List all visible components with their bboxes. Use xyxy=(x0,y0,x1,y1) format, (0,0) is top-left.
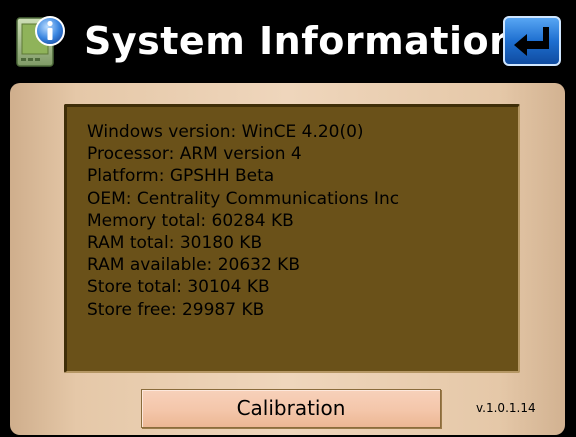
info-device-icon xyxy=(14,12,68,70)
system-info-box: Windows version: WinCE 4.20(0) Processor… xyxy=(64,104,520,373)
info-store-free: Store free: 29987 KB xyxy=(87,299,265,320)
main-panel: Windows version: WinCE 4.20(0) Processor… xyxy=(10,83,565,435)
info-platform: Platform: GPSHH Beta xyxy=(87,166,275,187)
system-information-screen: System Information Windows version: WinC… xyxy=(0,0,576,437)
info-memory-total: Memory total: 60284 KB xyxy=(87,210,294,231)
info-ram-total: RAM total: 30180 KB xyxy=(87,232,263,253)
title-bar: System Information xyxy=(0,0,576,84)
page-title: System Information xyxy=(84,19,517,63)
info-oem: OEM: Centrality Communications Inc xyxy=(87,188,400,209)
info-ram-available: RAM available: 20632 KB xyxy=(87,255,300,276)
info-windows-version: Windows version: WinCE 4.20(0) xyxy=(87,122,364,142)
version-label: v.1.0.1.14 xyxy=(476,401,536,415)
calibration-button[interactable]: Calibration xyxy=(141,389,441,428)
info-store-total: Store total: 30104 KB xyxy=(87,277,270,298)
system-info-list: Windows version: WinCE 4.20(0) Processor… xyxy=(87,121,399,321)
back-button[interactable] xyxy=(503,16,561,66)
info-processor: Processor: ARM version 4 xyxy=(87,144,302,165)
